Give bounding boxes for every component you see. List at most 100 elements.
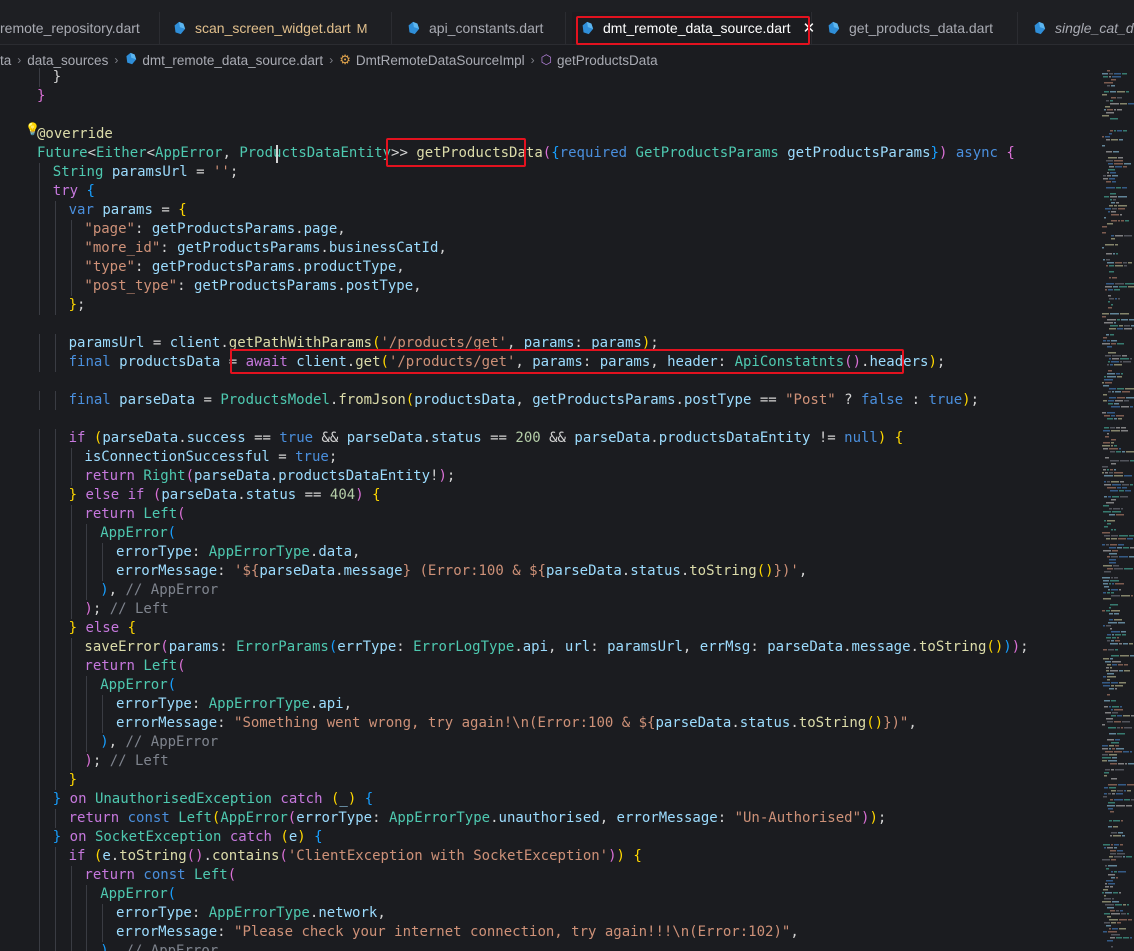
- code-line[interactable]: ); // Left: [84, 600, 168, 619]
- code-token: ErrorLogType: [413, 639, 515, 655]
- tab-1[interactable]: scan_screen_widget.dart M: [164, 12, 392, 44]
- code-editor[interactable]: }} @override Future<Either<AppError, Produ…: [0, 68, 1096, 951]
- breadcrumb-item-file[interactable]: dmt_remote_data_source.dart: [142, 53, 323, 68]
- code-line[interactable]: errorType: AppErrorType.api,: [116, 695, 352, 714]
- minimap-line: [1128, 262, 1132, 264]
- code-line[interactable]: String paramsUrl = '';: [53, 163, 238, 182]
- code-line[interactable]: errorMessage: '${parseData.message} (Err…: [116, 562, 807, 581]
- code-line[interactable]: errorType: AppErrorType.data,: [116, 543, 360, 562]
- minimap-line: [1111, 343, 1116, 345]
- code-line[interactable]: try {: [53, 182, 95, 201]
- code-line[interactable]: return const Left(AppError(errorType: Ap…: [69, 809, 887, 828]
- code-line[interactable]: final productsData = await client.get('/…: [69, 353, 946, 372]
- code-token: message: [851, 639, 911, 655]
- minimap-line: [1110, 910, 1115, 912]
- code-line[interactable]: ), // AppError: [100, 733, 218, 752]
- code-line[interactable]: } on UnauthorisedException catch (_) {: [53, 790, 373, 809]
- code-line[interactable]: var params = {: [69, 201, 187, 220]
- minimap-line: [1114, 445, 1117, 447]
- code-line[interactable]: saveError(params: ErrorParams(errType: E…: [84, 638, 1028, 657]
- code-line[interactable]: Future<Either<AppError, ProductsDataEnti…: [37, 144, 1015, 163]
- code-line[interactable]: AppError(: [100, 885, 176, 904]
- minimap[interactable]: [1100, 68, 1134, 951]
- code-line[interactable]: if (e.toString().contains('ClientExcepti…: [69, 847, 642, 866]
- indent-guide: [86, 524, 88, 543]
- code-line[interactable]: final parseData = ProductsModel. fromJson…: [69, 391, 979, 410]
- code-line[interactable]: AppError(: [100, 676, 176, 695]
- minimap-line: [1129, 643, 1133, 645]
- code-line[interactable]: }: [69, 771, 77, 790]
- minimap-line: [1108, 289, 1113, 291]
- minimap-line: [1111, 832, 1117, 834]
- breadcrumb-item-data-sources[interactable]: data_sources: [27, 53, 108, 68]
- indent-guide: [54, 201, 56, 220]
- minimap-line: [1120, 910, 1123, 912]
- code-line[interactable]: paramsUrl = client.getPathWithParams('/p…: [69, 334, 659, 353]
- minimap-line: [1110, 811, 1114, 813]
- code-line[interactable]: ), // AppError: [100, 581, 218, 600]
- code-line[interactable]: errorMessage: "Please check your interne…: [116, 923, 799, 942]
- code-line[interactable]: return Left(: [84, 505, 185, 524]
- code-line[interactable]: } else {: [69, 619, 136, 638]
- code-token: {: [372, 487, 381, 503]
- code-line[interactable]: errorMessage: "Something went wrong, try…: [116, 714, 917, 733]
- indent-guide: [39, 581, 40, 600]
- code-line[interactable]: }: [37, 87, 45, 106]
- minimap-line: [1112, 583, 1114, 585]
- tab-2[interactable]: api_constants.dart: [398, 12, 566, 44]
- code-line[interactable]: ); // Left: [84, 752, 168, 771]
- minimap-line: [1109, 607, 1111, 609]
- indent-guide: [70, 714, 72, 733]
- tab-3[interactable]: dmt_remote_data_source.dart ✕: [572, 12, 815, 44]
- code-token: postType: [345, 278, 414, 294]
- tab-4[interactable]: get_products_data.dart: [818, 12, 1018, 44]
- code-token: return: [68, 810, 128, 826]
- tab-0[interactable]: remote_repository.dart: [0, 12, 160, 44]
- code-line[interactable]: ), // AppError: [100, 942, 218, 951]
- code-token: .: [675, 392, 684, 408]
- lightbulb-icon[interactable]: 💡: [25, 122, 40, 136]
- minimap-line: [1103, 580, 1109, 582]
- minimap-line: [1104, 427, 1109, 429]
- minimap-line: [1113, 820, 1120, 822]
- tab-5[interactable]: single_cat_dig: [1024, 12, 1134, 44]
- breadcrumb-item-method[interactable]: getProductsData: [557, 53, 658, 68]
- code-line[interactable]: "page": getProductsParams.page,: [84, 220, 345, 239]
- minimap-line: [1111, 439, 1116, 441]
- minimap-line: [1107, 373, 1115, 375]
- code-token: {: [633, 848, 642, 864]
- minimap-line: [1103, 931, 1107, 933]
- code-line[interactable]: AppError(: [100, 524, 176, 543]
- minimap-line: [1103, 337, 1107, 339]
- code-line[interactable]: return Left(: [84, 657, 185, 676]
- minimap-line: [1107, 469, 1109, 471]
- code-line[interactable]: "more_id": getProductsParams.businessCat…: [84, 239, 446, 258]
- breadcrumb-item-folder[interactable]: ta: [0, 53, 11, 68]
- minimap-line: [1105, 136, 1110, 138]
- code-line[interactable]: } else if (parseData.status == 404) {: [69, 486, 381, 505]
- code-line[interactable]: if (parseData.success == true && parseDa…: [69, 429, 904, 448]
- minimap-line: [1117, 91, 1125, 93]
- indent-guide: [39, 277, 40, 296]
- code-line[interactable]: "type": getProductsParams.productType,: [84, 258, 404, 277]
- code-line[interactable]: } on SocketException catch (e) {: [53, 828, 323, 847]
- minimap-line: [1120, 361, 1122, 363]
- minimap-line: [1117, 850, 1123, 852]
- code-line[interactable]: "post_type": getProductsParams.postType,: [84, 277, 421, 296]
- code-line[interactable]: @override: [37, 125, 113, 144]
- close-icon[interactable]: ✕: [803, 19, 816, 37]
- indent-guide: [54, 695, 56, 714]
- minimap-line: [1107, 592, 1110, 594]
- code-line[interactable]: errorType: AppErrorType.network,: [116, 904, 386, 923]
- code-line[interactable]: };: [69, 296, 86, 315]
- indent-guide: [86, 942, 88, 951]
- code-line[interactable]: isConnectionSuccessful = true;: [84, 448, 337, 467]
- indent-guide: [70, 942, 72, 951]
- code-line[interactable]: }: [53, 68, 61, 87]
- code-token: ,: [599, 810, 617, 826]
- code-line[interactable]: return const Left(: [84, 866, 236, 885]
- indent-guide: [86, 885, 88, 904]
- breadcrumb-item-class[interactable]: DmtRemoteDataSourceImpl: [356, 53, 525, 68]
- code-line[interactable]: return Right(parseData.productsDataEntit…: [84, 467, 455, 486]
- code-token: :: [134, 221, 152, 237]
